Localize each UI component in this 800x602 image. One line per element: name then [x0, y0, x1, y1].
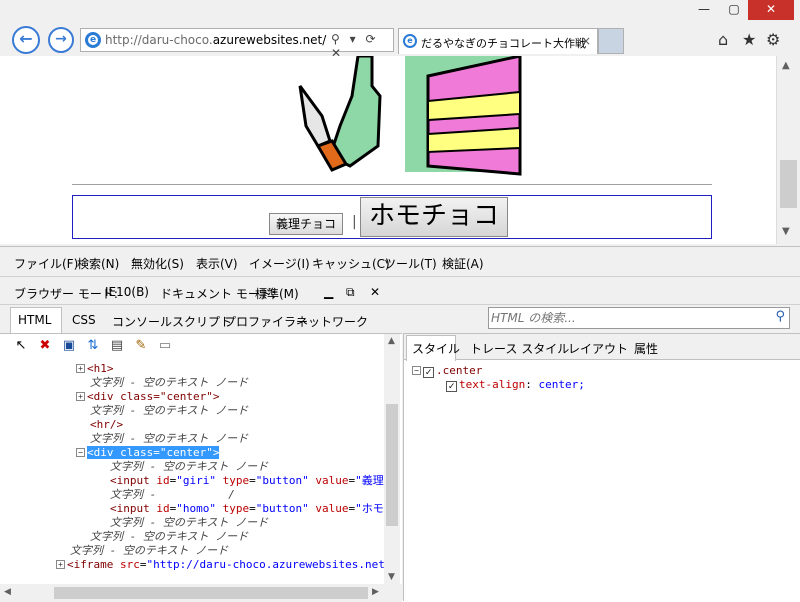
tab-close-icon[interactable]: ×	[581, 34, 591, 48]
tree-row-text[interactable]: 文字列 - 空のテキスト ノード	[110, 516, 268, 530]
settings-icon[interactable]: ⚙	[766, 30, 780, 49]
tab-styles[interactable]: スタイル	[412, 340, 460, 357]
tree-row-div-center-selected[interactable]: − <div class="center">	[76, 446, 220, 460]
checkbox-icon[interactable]: ✓	[446, 381, 457, 392]
clear-icon[interactable]: ✖	[36, 338, 54, 356]
address-url[interactable]: http://daru-choco.azurewebsites.net/	[105, 33, 326, 47]
scroll-down-icon[interactable]: ▼	[782, 226, 790, 237]
tab-trace-styles[interactable]: トレース スタイル	[470, 340, 569, 357]
dom-tree: + <h1> 文字列 - 空のテキスト ノード + <div class="cent…	[0, 362, 384, 584]
tree-row-div-center[interactable]: + <div class="center">	[76, 390, 219, 404]
browser-mode-label: ブラウザー モード:	[14, 287, 118, 301]
tree-row-text[interactable]: 文字列 - 空のテキスト ノード	[90, 432, 248, 446]
tree-hscroll-thumb[interactable]	[54, 587, 368, 599]
forward-icon[interactable]: →	[48, 27, 74, 53]
tree-row-iframe[interactable]: + <iframe src="http://daru-choco.azureweb…	[56, 558, 384, 572]
tree-row-text[interactable]: 文字列 - 空のテキスト ノード	[70, 544, 228, 558]
tab-console[interactable]: コンソール	[112, 313, 172, 330]
word-wrap-icon[interactable]: ▤	[108, 338, 126, 356]
tab-title: だるやなぎのチョコレート大作戦	[421, 37, 586, 50]
edit-icon[interactable]: ✎	[132, 338, 150, 356]
tab-css[interactable]: CSS	[72, 313, 96, 327]
source-icon[interactable]: ▭	[156, 338, 174, 356]
browser-window: — ▢ ✕ ← → e http://daru-choco.azurewebsi…	[0, 0, 800, 602]
browser-tab[interactable]: e だるやなぎのチョコレート大作戦 ×	[398, 28, 598, 54]
html-search-input[interactable]	[491, 310, 761, 326]
menu-file[interactable]: ファイル(F)	[14, 255, 78, 272]
doc-mode-value[interactable]: 標準(M)	[255, 285, 299, 302]
tree-scroll-left-icon[interactable]: ◀	[4, 587, 11, 597]
tree-row-text-slash[interactable]: 文字列 - /	[110, 488, 235, 502]
tree-row-h1[interactable]: + <h1>	[76, 362, 114, 376]
tab-ie-icon: e	[403, 34, 417, 48]
menu-images[interactable]: イメージ(I)	[249, 255, 310, 272]
developer-tools: ファイル(F) 検索(N) 無効化(S) 表示(V) イメージ(I) キャッシュ…	[0, 246, 800, 602]
devtools-close-icon[interactable]: ✕	[370, 285, 380, 299]
save-icon[interactable]: ▣	[60, 338, 78, 356]
devtools-mode-bar: ブラウザー モード: IE10(B) ドキュメント モード: 標準(M) ▁ ⧉…	[0, 277, 800, 305]
title-bar: — ▢ ✕	[0, 0, 800, 24]
tab-network[interactable]: ネットワーク	[296, 313, 368, 330]
devtools-undock-icon[interactable]: ⧉	[346, 285, 355, 300]
tree-hscrollbar[interactable]: ◀ ▶	[0, 584, 402, 602]
menu-cache[interactable]: キャッシュ(C)	[312, 255, 390, 272]
tab-layout[interactable]: レイアウト	[568, 340, 628, 357]
close-window-button[interactable]: ✕	[748, 0, 794, 20]
html-search[interactable]: ⚲	[488, 307, 790, 329]
search-icon[interactable]: ⚲	[775, 309, 785, 324]
giri-button[interactable]: 義理チョコ	[269, 213, 344, 235]
tree-scroll-right-icon[interactable]: ▶	[372, 587, 379, 597]
tab-html[interactable]: HTML	[18, 313, 51, 327]
styles-pane: スタイル トレース スタイル レイアウト 属性 − ✓ .center ✓ text-…	[403, 333, 800, 601]
page-scrollbar[interactable]: ▲ ▼	[776, 56, 800, 244]
favorites-icon[interactable]: ★	[742, 30, 756, 49]
menu-tools[interactable]: ツール(T)	[384, 255, 437, 272]
tree-vscrollbar[interactable]: ▲ ▼	[384, 334, 400, 584]
menu-search[interactable]: 検索(N)	[77, 255, 119, 272]
ie-logo-icon: e	[85, 32, 101, 48]
tree-scroll-down-icon[interactable]: ▼	[388, 572, 395, 582]
tree-row-input-giri[interactable]: <input id="giri" type="button" value="義理…	[110, 474, 384, 488]
address-bar[interactable]: e http://daru-choco.azurewebsites.net/ ⚲…	[80, 28, 394, 60]
devtools-tabs: HTML CSS コンソール スクリプト プロファイラー ネットワーク ⚲	[0, 305, 800, 333]
navigation-bar: ← → e http://daru-choco.azurewebsites.ne…	[0, 22, 800, 60]
checkbox-icon[interactable]: ✓	[423, 367, 434, 378]
tree-row-text[interactable]: 文字列 - 空のテキスト ノード	[90, 376, 248, 390]
separator: |	[352, 214, 357, 230]
horizontal-rule	[72, 184, 712, 185]
tab-attributes[interactable]: 属性	[634, 340, 658, 357]
restore-button[interactable]: ▢	[720, 0, 748, 20]
tab-script[interactable]: スクリプト	[172, 313, 232, 330]
menu-validate[interactable]: 検証(A)	[442, 255, 484, 272]
new-tab-button[interactable]	[598, 28, 624, 54]
menu-disable[interactable]: 無効化(S)	[131, 255, 184, 272]
back-icon[interactable]: ←	[12, 26, 40, 54]
center-div: 義理チョコ | ホモチョコ	[72, 195, 712, 239]
refresh-icon[interactable]: ⇅	[84, 338, 102, 356]
page-content: 義理チョコ | ホモチョコ	[0, 56, 776, 244]
select-element-icon[interactable]: ↖	[12, 338, 30, 356]
menu-view[interactable]: 表示(V)	[196, 255, 238, 272]
page-scroll-thumb[interactable]	[780, 160, 797, 208]
tree-row-hr[interactable]: <hr/>	[90, 418, 123, 432]
chocolate-illustration	[298, 56, 522, 176]
browser-mode-value[interactable]: IE10(B)	[105, 285, 149, 299]
tree-row-text[interactable]: 文字列 - 空のテキスト ノード	[90, 404, 248, 418]
minimize-button[interactable]: —	[690, 0, 718, 20]
html-tree-pane: ↖ ✖ ▣ ⇅ ▤ ✎ ▭ + <h1> 文字列 - 空のテキスト ノード + <d…	[0, 333, 402, 602]
home-icon[interactable]: ⌂	[718, 30, 728, 49]
tree-row-text[interactable]: 文字列 - 空のテキスト ノード	[110, 460, 268, 474]
css-rule-selector[interactable]: − ✓ .center	[412, 364, 482, 378]
homo-button[interactable]: ホモチョコ	[360, 197, 509, 237]
devtools-minimize-icon[interactable]: ▁	[324, 285, 333, 299]
styles-tabs: スタイル トレース スタイル レイアウト 属性	[404, 334, 800, 361]
tree-vscroll-thumb[interactable]	[386, 404, 398, 526]
tree-row-input-homo[interactable]: <input id="homo" type="button" value="ホモ…	[110, 502, 384, 516]
tree-row-text[interactable]: 文字列 - 空のテキスト ノード	[90, 530, 248, 544]
devtools-menu-bar: ファイル(F) 検索(N) 無効化(S) 表示(V) イメージ(I) キャッシュ…	[0, 247, 800, 277]
tree-scroll-up-icon[interactable]: ▲	[388, 336, 395, 346]
css-property-row[interactable]: ✓ text-align: center;	[446, 378, 585, 392]
scroll-up-icon[interactable]: ▲	[782, 60, 790, 71]
